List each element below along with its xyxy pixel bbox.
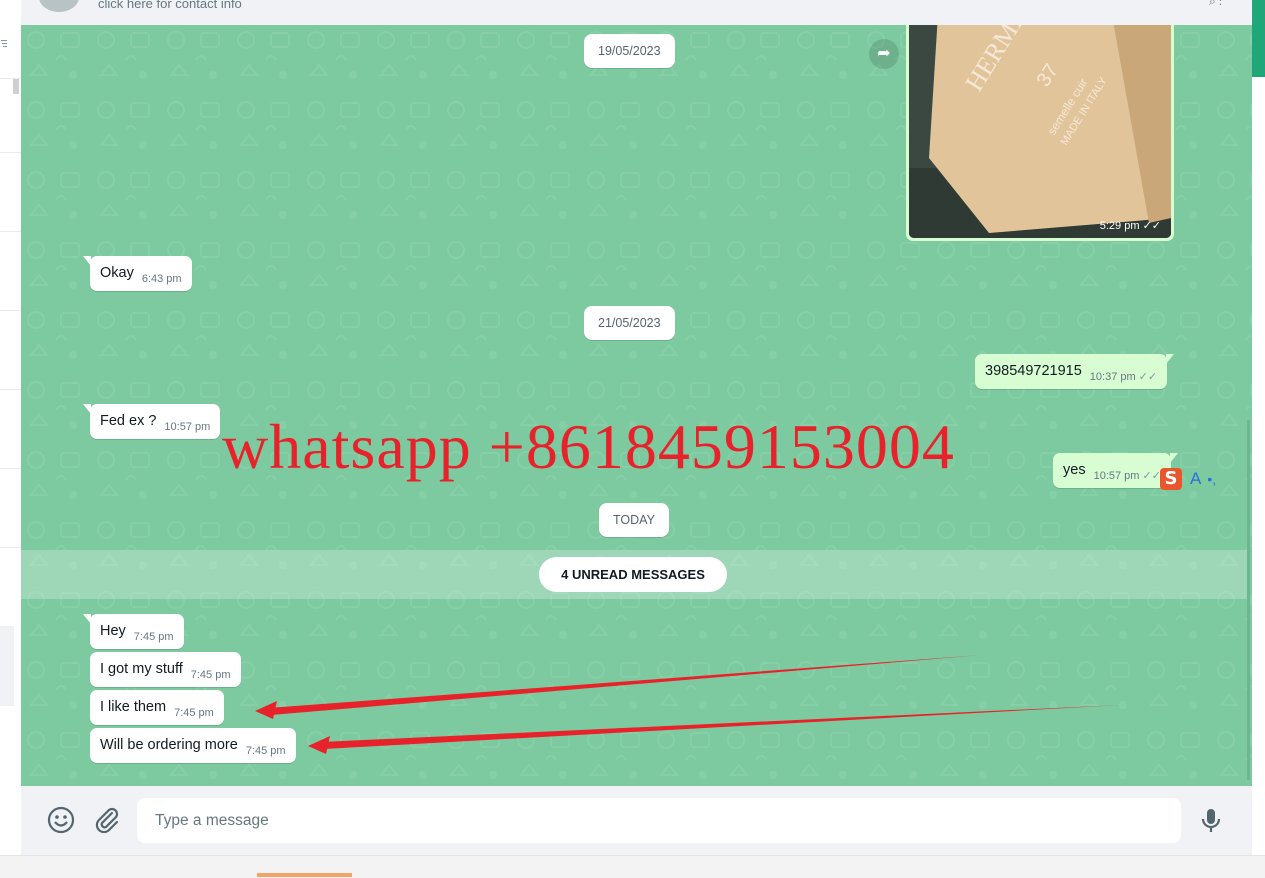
divider [0, 389, 21, 390]
annotation-arrows [255, 655, 1121, 754]
contact-info-subtitle[interactable]: click here for contact info [98, 0, 242, 11]
sidebar-scrollbar[interactable] [13, 78, 19, 94]
chat-scrollbar[interactable] [1247, 420, 1250, 780]
chat-list-sidebar [0, 0, 22, 877]
divider [0, 468, 21, 469]
accent-bar [1252, 0, 1265, 77]
filter-icon[interactable] [1, 40, 7, 47]
annotation-arrow [308, 736, 330, 754]
ime-toolbar[interactable]: S A •, [1160, 468, 1216, 490]
annotation-arrow [255, 701, 277, 719]
watermark-text: whatsapp +8618459153004 [222, 411, 955, 482]
annotation-arrow [268, 655, 981, 715]
annotation-arrow [321, 705, 1121, 749]
chat-header[interactable]: click here for contact info ⌕ ⋮ [21, 0, 1252, 26]
mic-icon[interactable] [1195, 804, 1227, 836]
header-menu-icons[interactable]: ⌕ ⋮ [1209, 0, 1222, 9]
divider [0, 310, 21, 311]
ime-punctuation-icon[interactable]: •, [1207, 471, 1216, 487]
avatar[interactable] [39, 0, 79, 12]
divider [0, 78, 21, 79]
divider [0, 152, 21, 153]
taskbar-tab[interactable] [257, 873, 352, 877]
right-edge [1252, 0, 1265, 877]
message-composer [21, 786, 1252, 855]
attach-icon[interactable] [91, 804, 123, 836]
chat-pane: 19/05/2023 ➦ HERME 37 semelle cuir MADE … [21, 25, 1252, 786]
emoji-icon[interactable] [45, 804, 77, 836]
divider [0, 231, 21, 232]
taskbar-strip [0, 855, 1265, 878]
ime-logo-icon[interactable]: S [1160, 468, 1182, 490]
selected-chat-item[interactable] [0, 626, 14, 706]
ime-mode-label[interactable]: A [1190, 469, 1201, 488]
message-input[interactable] [137, 798, 1181, 843]
divider [0, 547, 21, 548]
